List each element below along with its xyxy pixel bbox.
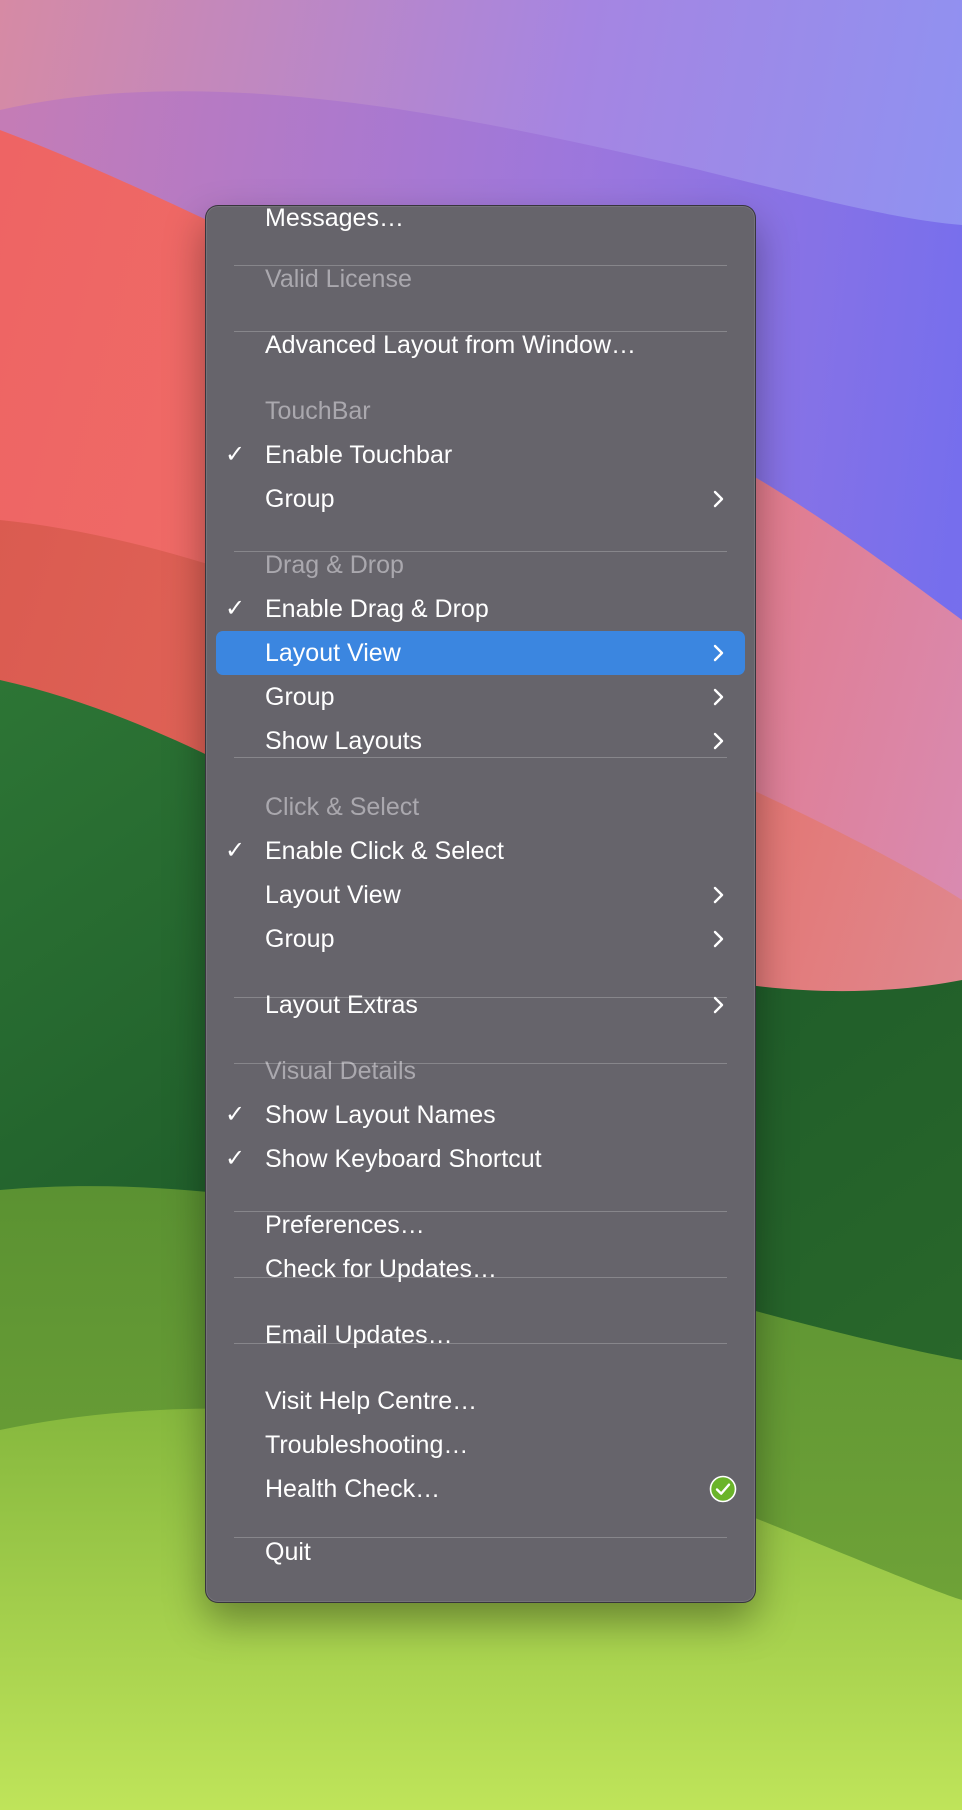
menu-item-label: Messages… [265,204,404,232]
menu-separator [234,331,727,332]
menu-item-label: Group [265,485,335,513]
menu-separator [234,1343,727,1344]
menu-item-enable-drag-drop[interactable]: ✓ Enable Drag & Drop [216,587,745,631]
menu-item-label: Group [265,683,335,711]
menu-item-show-keyboard-shortcut[interactable]: ✓ Show Keyboard Shortcut [216,1137,745,1181]
chevron-right-icon [713,688,724,706]
menu-section-header-visual-details-header: Visual Details [216,1049,745,1093]
menu-item-label: Visual Details [265,1057,417,1085]
menu-item-enable-touchbar[interactable]: ✓ Enable Touchbar [216,433,745,477]
menu-item-label: Group [265,925,335,953]
chevron-right-icon [713,996,724,1014]
menu-item-label: Show Keyboard Shortcut [265,1145,542,1173]
menu-item-label: Layout View [265,881,401,909]
menu-item-show-layout-names[interactable]: ✓ Show Layout Names [216,1093,745,1137]
menu-separator [234,997,727,998]
menu-item-label: Enable Touchbar [265,441,453,469]
menu-item-label: Troubleshooting… [265,1431,469,1459]
menu-item-email-updates[interactable]: Email Updates… [216,1313,745,1357]
chevron-right-icon [713,886,724,904]
menu-separator [234,1063,727,1064]
menu-item-advanced-layout[interactable]: Advanced Layout from Window… [216,323,745,367]
menu-item-label: Enable Click & Select [265,837,505,865]
checkmark-icon: ✓ [225,595,246,622]
menu-item-visit-help-centre[interactable]: Visit Help Centre… [216,1379,745,1423]
menu-item-messages[interactable]: Messages… [216,196,745,240]
menu-section-header-valid-license: Valid License [216,257,745,301]
menu-item-label: Valid License [265,265,412,293]
menu-item-label: Enable Drag & Drop [265,595,489,623]
app-context-menu: Messages… Valid License Advanced Layout fr… [205,204,756,1603]
menu-item-label: Drag & Drop [265,551,404,579]
menu-section-header-dragdrop-header: Drag & Drop [216,543,745,587]
menu-item-dragdrop-layout-view[interactable]: Layout View [216,631,745,675]
menu-item-label: Health Check… [265,1475,441,1503]
menu-separator [234,1537,727,1538]
menu-item-label: Show Layout Names [265,1101,496,1129]
menu-separator [234,1277,727,1278]
chevron-right-icon [713,930,724,948]
menu-section-header-clickselect-header: Click & Select [216,785,745,829]
menu-item-dragdrop-group[interactable]: Group [216,675,745,719]
menu-separator [234,1211,727,1212]
menu-item-label: Preferences… [265,1211,425,1239]
checkmark-icon: ✓ [225,1101,246,1128]
checkmark-icon: ✓ [225,441,246,468]
menu-item-layout-extras[interactable]: Layout Extras [216,983,745,1027]
checkmark-icon: ✓ [225,837,246,864]
menu-item-clickselect-layout-view[interactable]: Layout View [216,873,745,917]
chevron-right-icon [713,644,724,662]
menu-separator [234,551,727,552]
chevron-right-icon [713,732,724,750]
menu-item-health-check[interactable]: Health Check… [216,1467,745,1511]
menu-item-label: Layout Extras [265,991,418,1019]
menu-item-troubleshooting[interactable]: Troubleshooting… [216,1423,745,1467]
menu-item-preferences[interactable]: Preferences… [216,1203,745,1247]
green-check-circle-icon [709,1475,737,1503]
menu-item-label: Layout View [265,639,401,667]
menu-item-label: Visit Help Centre… [265,1387,478,1415]
chevron-right-icon [713,490,724,508]
menu-item-label: Click & Select [265,793,420,821]
menu-section-header-touchbar-header: TouchBar [216,389,745,433]
menu-item-label: Check for Updates… [265,1255,498,1283]
menu-separator [234,757,727,758]
menu-item-touchbar-group[interactable]: Group [216,477,745,521]
menu-item-label: Email Updates… [265,1321,453,1349]
menu-item-label: Advanced Layout from Window… [265,331,637,359]
menu-separator [234,265,727,266]
menu-item-clickselect-group[interactable]: Group [216,917,745,961]
checkmark-icon: ✓ [225,1145,246,1172]
menu-item-enable-click-select[interactable]: ✓ Enable Click & Select [216,829,745,873]
menu-item-check-updates[interactable]: Check for Updates… [216,1247,745,1291]
menu-item-label: TouchBar [265,397,371,425]
